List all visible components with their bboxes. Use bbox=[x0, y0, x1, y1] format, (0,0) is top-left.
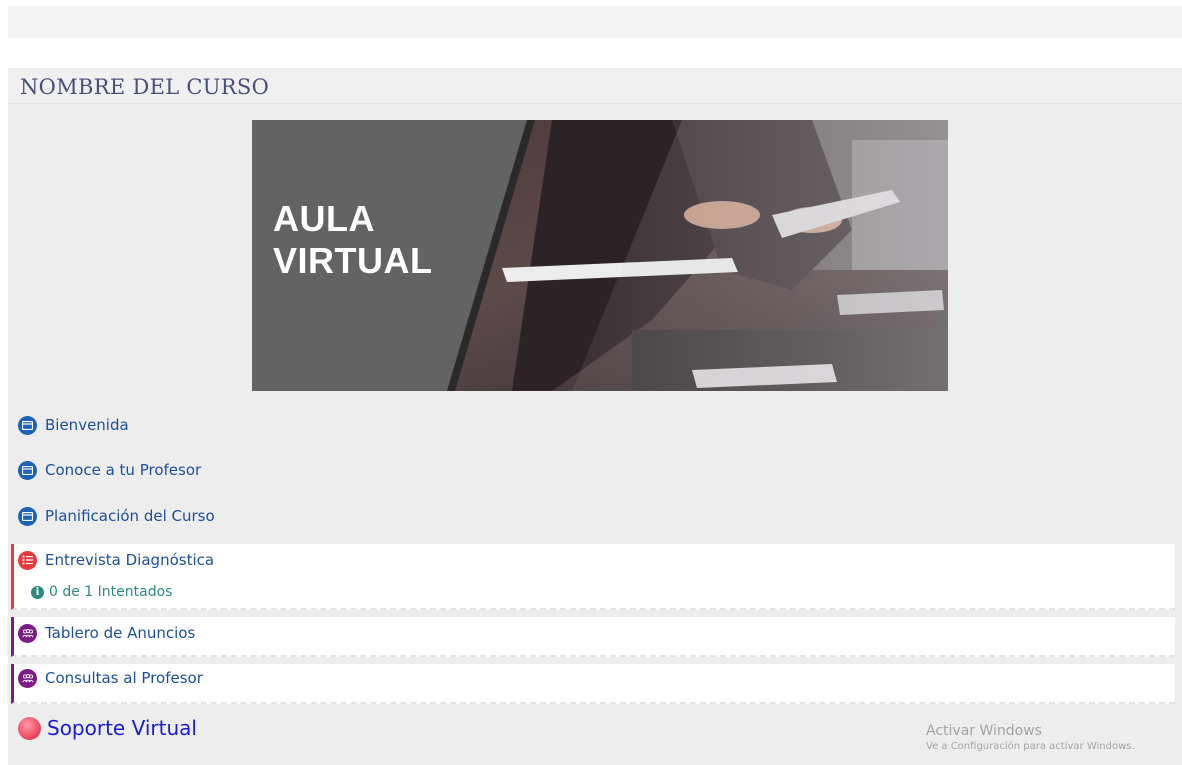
forum-people-icon bbox=[18, 623, 37, 643]
info-icon: i bbox=[31, 585, 44, 599]
banner-line-1: AULA bbox=[273, 198, 375, 239]
banner-heading: AULA VIRTUAL bbox=[273, 198, 433, 282]
activity-consultas-profesor[interactable]: Consultas al Profesor bbox=[18, 666, 203, 690]
activity-label[interactable]: Bienvenida bbox=[45, 416, 129, 434]
activity-label[interactable]: Conoce a tu Profesor bbox=[45, 461, 201, 479]
banner-line-2: VIRTUAL bbox=[273, 240, 433, 281]
course-title: NOMBRE DEL CURSO bbox=[20, 75, 270, 99]
course-page: NOMBRE DEL CURSO AULA VIRTUAL Bienvenida… bbox=[8, 68, 1182, 765]
activity-card-forum: Tablero de Anuncios bbox=[11, 617, 1175, 657]
window-icon bbox=[18, 415, 37, 435]
activity-label[interactable]: Entrevista Diagnóstica bbox=[45, 551, 214, 569]
support-label[interactable]: Soporte Virtual bbox=[47, 716, 197, 740]
watermark-title: Activar Windows bbox=[926, 723, 1042, 739]
activity-planificacion[interactable]: Planificación del Curso bbox=[18, 504, 215, 528]
window-icon bbox=[18, 506, 37, 526]
activity-card-forum: Consultas al Profesor bbox=[11, 664, 1175, 704]
attempt-status: i 0 de 1 Intentados bbox=[31, 584, 172, 600]
activity-tablero-anuncios[interactable]: Tablero de Anuncios bbox=[18, 621, 195, 645]
activity-label[interactable]: Consultas al Profesor bbox=[45, 669, 203, 687]
top-bar bbox=[8, 6, 1182, 38]
activity-bienvenida[interactable]: Bienvenida bbox=[18, 413, 129, 437]
course-header: NOMBRE DEL CURSO bbox=[8, 68, 1182, 104]
support-bubble-icon bbox=[18, 716, 41, 740]
window-icon bbox=[18, 460, 37, 480]
quiz-list-icon bbox=[18, 550, 37, 570]
windows-activation-watermark: Activar Windows Ve a Configuración para … bbox=[926, 723, 1135, 752]
activity-label[interactable]: Tablero de Anuncios bbox=[45, 624, 195, 642]
activity-conoce-profesor[interactable]: Conoce a tu Profesor bbox=[18, 458, 201, 482]
activity-entrevista[interactable]: Entrevista Diagnóstica bbox=[18, 548, 214, 572]
attempt-status-text: 0 de 1 Intentados bbox=[49, 584, 173, 600]
support-link[interactable]: Soporte Virtual bbox=[18, 714, 197, 742]
course-banner: AULA VIRTUAL bbox=[252, 120, 948, 391]
watermark-subtitle: Ve a Configuración para activar Windows. bbox=[926, 741, 1135, 752]
activity-card-quiz: Entrevista Diagnóstica i 0 de 1 Intentad… bbox=[11, 544, 1175, 610]
activity-label[interactable]: Planificación del Curso bbox=[45, 507, 215, 525]
forum-people-icon bbox=[18, 668, 37, 688]
